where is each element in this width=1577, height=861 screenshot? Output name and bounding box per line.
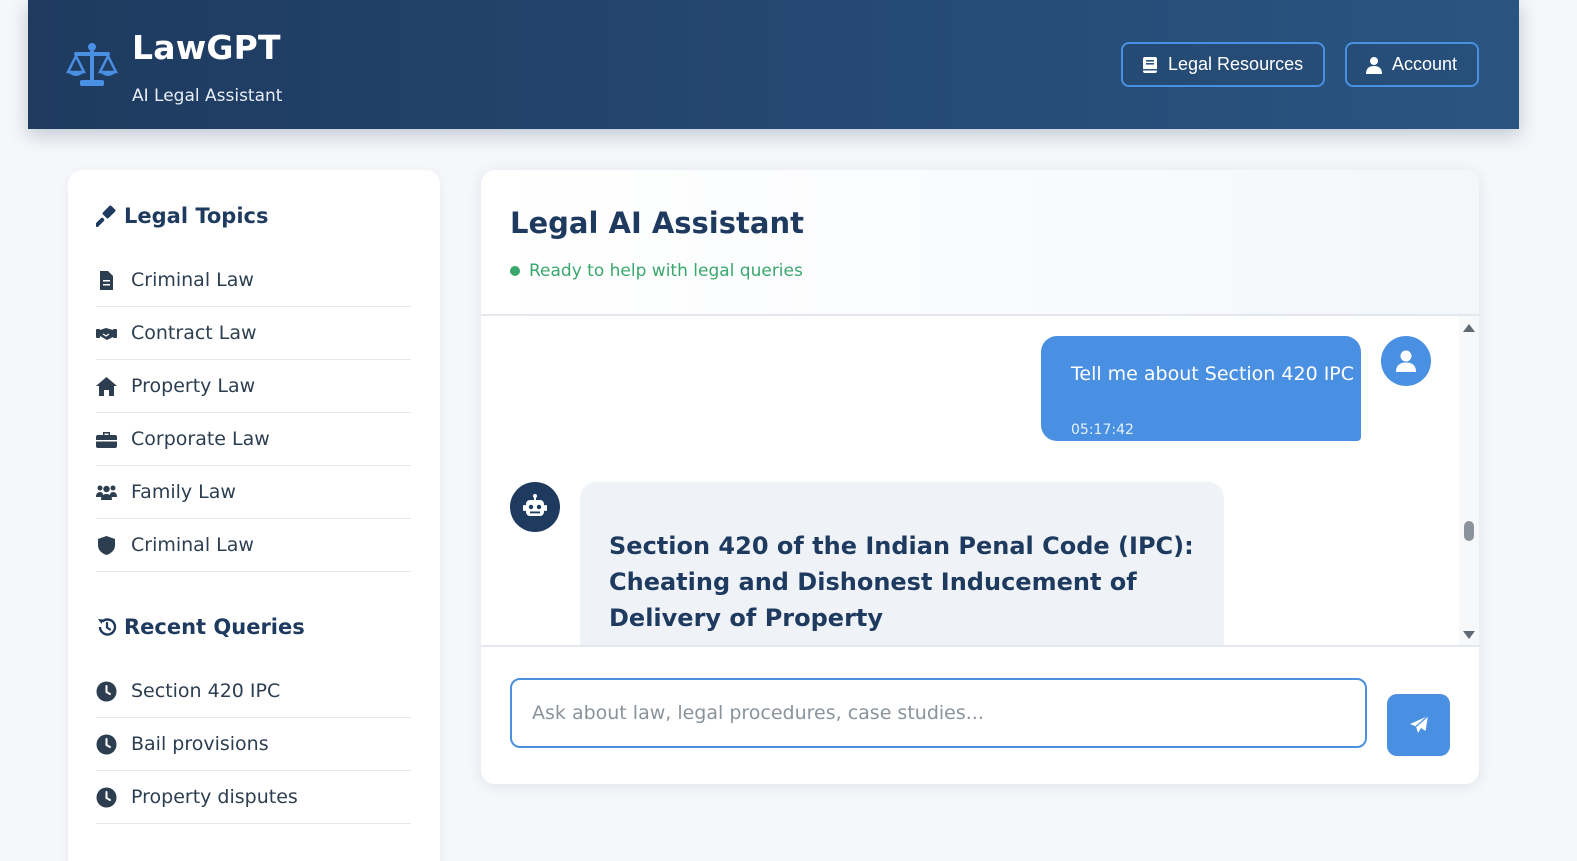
recent-query-label: Property disputes xyxy=(131,786,298,808)
query-input[interactable] xyxy=(510,678,1367,748)
topic-item-criminal-law[interactable]: Criminal Law xyxy=(96,254,411,307)
topic-label: Contract Law xyxy=(131,322,257,344)
account-button[interactable]: Account xyxy=(1345,42,1479,87)
send-button[interactable] xyxy=(1387,694,1450,756)
topic-item-property-law[interactable]: Property Law xyxy=(96,360,411,413)
topic-label: Criminal Law xyxy=(131,534,254,556)
handshake-icon xyxy=(96,327,117,340)
recent-query-item[interactable]: Bail provisions xyxy=(96,718,411,771)
recent-query-item[interactable]: Section 420 IPC xyxy=(96,665,411,718)
status-text: Ready to help with legal queries xyxy=(529,261,803,281)
message-list[interactable]: Tell me about Section 420 IPC 05:17:42 S… xyxy=(481,316,1479,645)
legal-topics-title: Legal Topics xyxy=(124,204,269,228)
scroll-down-arrow-icon[interactable] xyxy=(1463,631,1475,639)
message-scrollbar[interactable] xyxy=(1459,316,1479,645)
message-timestamp: 05:17:42 xyxy=(1071,422,1134,438)
chat-input-area xyxy=(481,645,1479,784)
topic-label: Property Law xyxy=(131,375,256,397)
user-message-text: Tell me about Section 420 IPC xyxy=(1071,363,1355,385)
recent-query-label: Section 420 IPC xyxy=(131,680,281,702)
user-icon xyxy=(1366,56,1382,74)
sidebar: Legal Topics Criminal Law Contract Law P… xyxy=(68,170,440,861)
user-message-bubble: Tell me about Section 420 IPC 05:17:42 xyxy=(1041,336,1361,441)
topic-item-corporate-law[interactable]: Corporate Law xyxy=(96,413,411,466)
chat-header: Legal AI Assistant Ready to help with le… xyxy=(481,170,1479,316)
recent-queries-heading: Recent Queries xyxy=(96,615,305,639)
topic-label: Corporate Law xyxy=(131,428,270,450)
status-indicator: Ready to help with legal queries xyxy=(510,261,803,281)
clock-icon xyxy=(96,681,117,701)
clock-icon xyxy=(96,734,117,754)
chat-panel: Legal AI Assistant Ready to help with le… xyxy=(481,170,1479,784)
bot-message-heading: Section 420 of the Indian Penal Code (IP… xyxy=(609,532,1194,632)
balance-scale-icon xyxy=(66,43,118,86)
users-icon xyxy=(96,485,117,500)
scroll-up-arrow-icon[interactable] xyxy=(1463,324,1475,332)
bot-avatar xyxy=(510,482,560,532)
chat-title: Legal AI Assistant xyxy=(510,206,804,240)
history-icon xyxy=(98,618,117,636)
account-label: Account xyxy=(1392,54,1458,74)
recent-query-item[interactable]: Property disputes xyxy=(96,771,411,824)
status-dot-icon xyxy=(510,266,520,276)
brand-title: LawGPT xyxy=(132,28,281,67)
legal-topics-heading: Legal Topics xyxy=(96,204,268,228)
paper-plane-icon xyxy=(1409,715,1428,733)
book-icon xyxy=(1143,56,1157,73)
recent-queries-list: Section 420 IPC Bail provisions Property… xyxy=(96,665,411,824)
recent-query-label: Bail provisions xyxy=(131,733,269,755)
gavel-icon xyxy=(96,205,116,227)
brand-subtitle: AI Legal Assistant xyxy=(132,86,283,106)
briefcase-icon xyxy=(96,431,117,448)
user-icon xyxy=(1396,350,1416,372)
app-header: LawGPT AI Legal Assistant Legal Resource… xyxy=(28,0,1519,129)
home-icon xyxy=(96,376,117,396)
recent-queries-title: Recent Queries xyxy=(124,615,305,639)
topic-label: Family Law xyxy=(131,481,236,503)
scroll-thumb[interactable] xyxy=(1464,521,1474,541)
robot-icon xyxy=(523,494,547,516)
user-avatar xyxy=(1381,336,1431,386)
bot-message-bubble: Section 420 of the Indian Penal Code (IP… xyxy=(580,482,1224,645)
topic-item-criminal-law-2[interactable]: Criminal Law xyxy=(96,519,411,572)
topic-label: Criminal Law xyxy=(131,269,254,291)
shield-icon xyxy=(98,535,115,555)
legal-topics-list: Criminal Law Contract Law Property Law C… xyxy=(96,254,411,572)
clock-icon xyxy=(96,787,117,807)
topic-item-family-law[interactable]: Family Law xyxy=(96,466,411,519)
topic-item-contract-law[interactable]: Contract Law xyxy=(96,307,411,360)
legal-resources-label: Legal Resources xyxy=(1168,54,1304,74)
file-icon xyxy=(100,270,113,290)
legal-resources-button[interactable]: Legal Resources xyxy=(1121,42,1325,87)
